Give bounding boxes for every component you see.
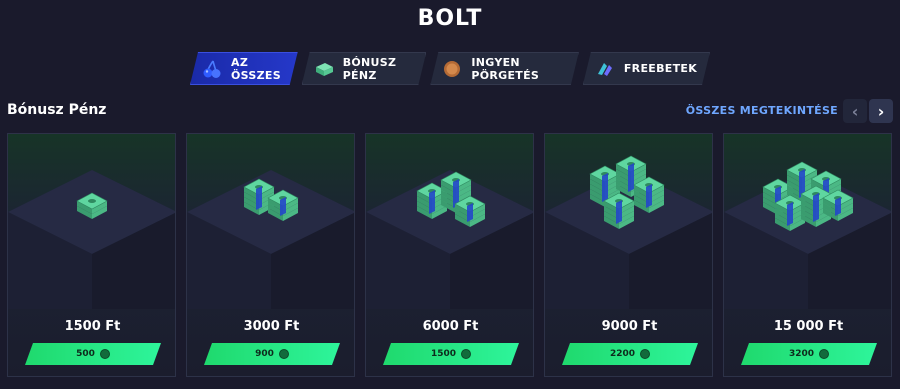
tab-bonus-money[interactable]: BÓNUSZ PÉNZ [302,52,427,85]
money-stack-icon [313,58,335,80]
card-price: 9000 Ft [601,319,658,334]
buy-cost: 2200 [609,349,636,359]
product-card[interactable]: 15 000 Ft 3200 [723,133,892,377]
product-cards: 1500 Ft 500 3000 Ft 900 6000 Ft 1500 900… [7,133,892,377]
coin-icon [441,58,463,80]
money-stack-image [8,170,175,309]
category-tabs: AZ ÖSSZES BÓNUSZ PÉNZ INGYEN PÖRGETÉS FR… [190,52,710,85]
bill-band [628,163,634,192]
next-button[interactable]: › [869,99,893,123]
bill-band [813,193,819,222]
product-card[interactable]: 1500 Ft 500 [7,133,176,377]
tab-all-label: AZ ÖSSZES [231,55,281,82]
money-stack-image [545,155,712,309]
card-price: 6000 Ft [422,319,479,334]
bill-emblem [88,199,96,203]
bill-band [646,184,652,208]
tab-freebets-label: FREEBETEK [623,62,698,75]
buy-cost: 1500 [430,349,457,359]
tab-free-spins[interactable]: INGYEN PÖRGETÉS [430,52,579,85]
currency-icon [640,349,650,359]
buy-button[interactable]: 1500 [383,343,519,365]
bill-band [256,186,262,210]
bill-band [787,202,793,226]
currency-icon [819,349,829,359]
bill-band [280,197,286,216]
bill-band [429,190,435,214]
freebet-icon [594,58,616,80]
currency-icon [100,349,110,359]
tab-freebets[interactable]: FREEBETEK [583,52,710,85]
card-price: 3000 Ft [243,319,300,334]
buy-button[interactable]: 500 [25,343,161,365]
buy-button[interactable]: 3200 [741,343,877,365]
product-card[interactable]: 6000 Ft 1500 [365,133,534,377]
money-stack-image [724,161,891,309]
page-title: BOLT [417,6,483,31]
bill-band [616,200,622,224]
currency-icon [279,349,289,359]
buy-button[interactable]: 2200 [562,343,698,365]
tab-bonus-money-label: BÓNUSZ PÉNZ [342,55,397,82]
buy-button[interactable]: 900 [204,343,340,365]
bill-band [835,197,841,216]
money-stack-image [187,170,354,309]
bill-band [602,173,608,202]
buy-cost: 3200 [788,349,815,359]
tab-free-spins-label: INGYEN PÖRGETÉS [471,55,540,82]
buy-cost: 500 [76,349,95,359]
cherry-icon [201,58,223,80]
card-price: 15 000 Ft [773,319,844,334]
see-all-link[interactable]: ÖSSZES MEGTEKINTÉSE [686,104,838,117]
section-title: Bónusz Pénz [7,102,107,118]
tab-all[interactable]: AZ ÖSSZES [190,52,298,85]
product-card[interactable]: 9000 Ft 2200 [544,133,713,377]
card-price: 1500 Ft [64,319,121,334]
bill-band [467,203,473,222]
buy-cost: 900 [255,349,274,359]
prev-button[interactable]: ‹ [843,99,867,123]
currency-icon [461,349,471,359]
money-stack-image [366,170,533,309]
product-card[interactable]: 3000 Ft 900 [186,133,355,377]
